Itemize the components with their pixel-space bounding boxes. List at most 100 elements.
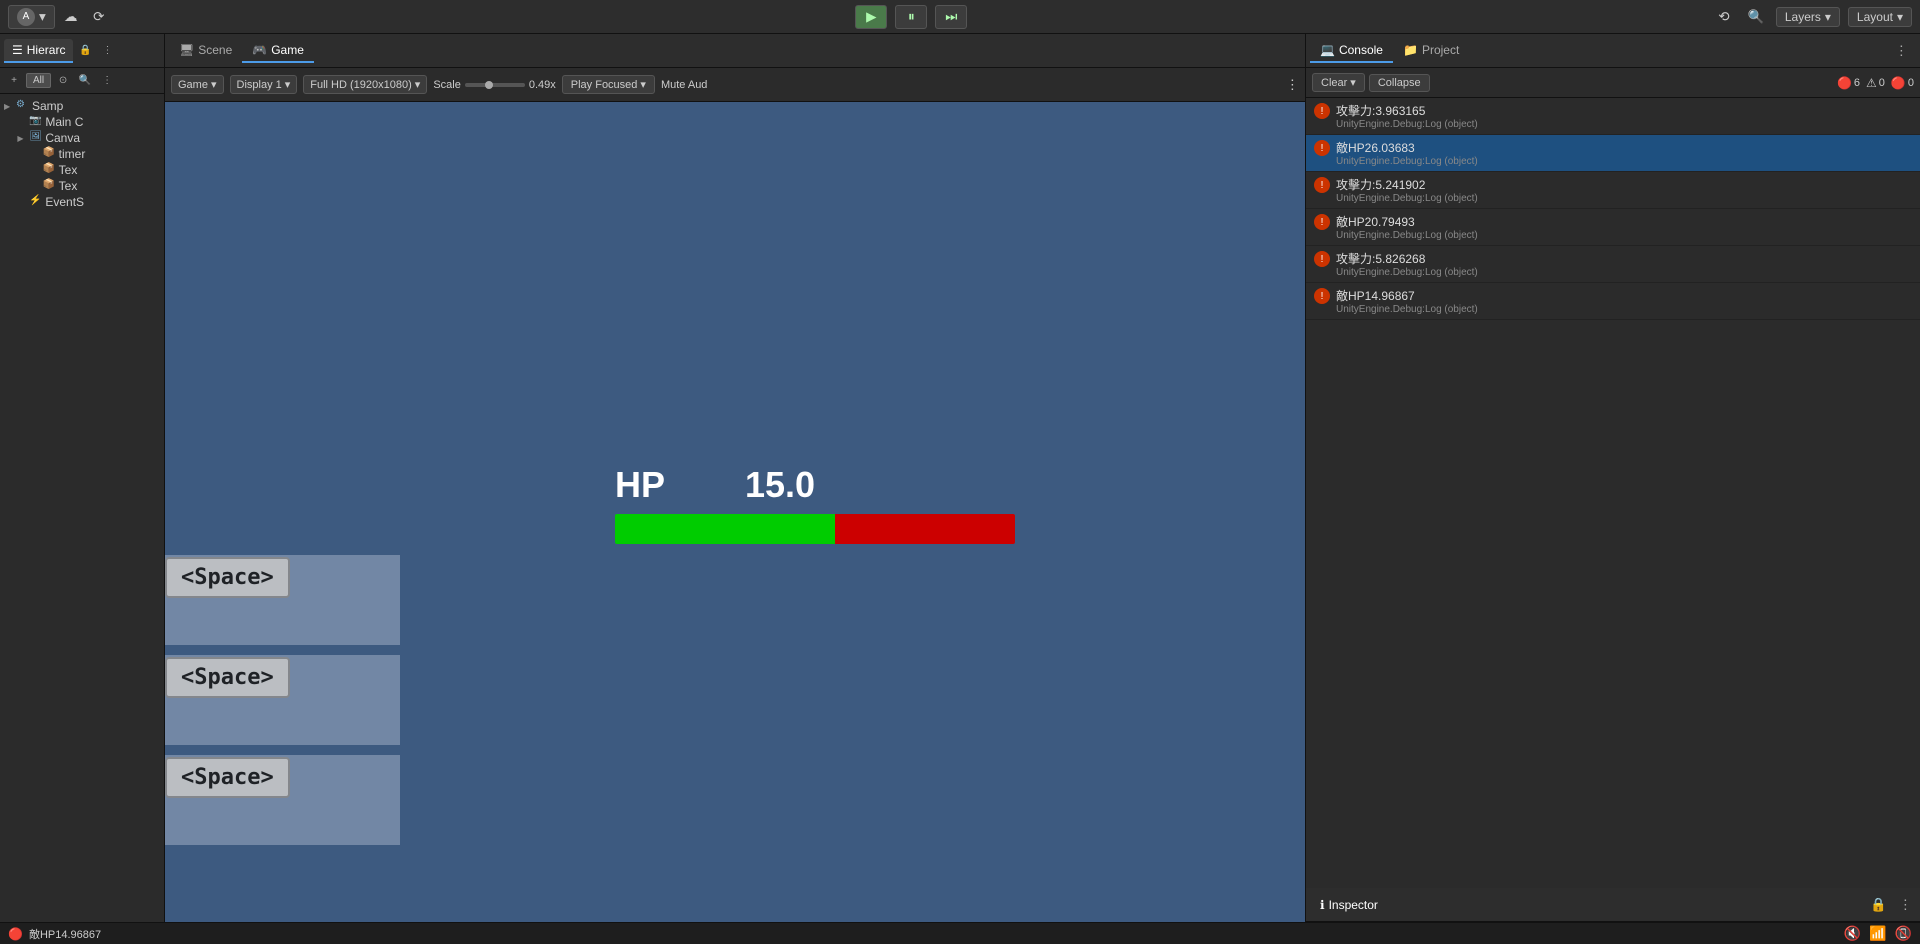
top-bar: A ▾ ☁ ⟳ ▶ ⏸ ⏭ ⟲ 🔍 Layers ▾ Layout ▾ <box>0 0 1920 34</box>
display-dropdown[interactable]: Display 1 ▾ <box>230 75 298 94</box>
console-item[interactable]: ! 敵HP26.03683 UnityEngine.Debug:Log (obj… <box>1306 135 1920 172</box>
console-item-icon: ! <box>1314 288 1330 304</box>
console-item-main: 敵HP14.96867 <box>1336 287 1478 304</box>
status-text: 敵HP14.96867 <box>29 926 101 942</box>
console-badges: 🔴 6 ⚠ 0 🔴 0 <box>1837 76 1914 90</box>
error-badge-icon: 🔴 <box>1837 76 1852 90</box>
console-item[interactable]: ! 攻擊力:5.826268 UnityEngine.Debug:Log (ob… <box>1306 246 1920 283</box>
space-key-1: <Space> <box>165 557 290 598</box>
scale-value: 0.49x <box>529 79 556 91</box>
project-tab[interactable]: 📁 Project <box>1393 39 1469 63</box>
pause-button[interactable]: ⏸ <box>895 5 927 29</box>
hierarchy-item[interactable]: 📦 Tex <box>0 178 164 194</box>
status-right: 🔇 📶 📵 <box>1844 925 1912 942</box>
account-avatar: A <box>17 8 35 26</box>
game-tab-icon: 🎮 <box>252 43 267 57</box>
console-tab[interactable]: 💻 Console <box>1310 39 1393 63</box>
game-viewport: HP 15.0 <Space> <Space> <Space> <box>165 102 1305 922</box>
undo-history-button[interactable]: ⟲ <box>1712 5 1736 29</box>
game-more-button[interactable]: ⋮ <box>1286 77 1299 93</box>
status-icon: 🔴 <box>8 927 23 941</box>
console-item[interactable]: ! 攻擊力:5.241902 UnityEngine.Debug:Log (ob… <box>1306 172 1920 209</box>
mute-status-button[interactable]: 🔇 <box>1844 925 1861 942</box>
layers-dropdown[interactable]: Layers ▾ <box>1776 7 1840 27</box>
info-badge-count: 0 <box>1908 77 1914 89</box>
hierarchy-tab[interactable]: ☰ Hierarc <box>4 39 73 63</box>
console-item-main: 攻擊力:3.963165 <box>1336 102 1478 119</box>
layout-dropdown[interactable]: Layout ▾ <box>1848 7 1912 27</box>
scale-control: Scale 0.49x <box>433 79 555 91</box>
search-button[interactable]: 🔍 <box>1744 5 1768 29</box>
hierarchy-toolbar: + All ⊙ 🔍 ⋮ <box>0 68 164 94</box>
console-toolbar: Clear ▾ Collapse 🔴 6 ⚠ 0 🔴 0 <box>1306 68 1920 98</box>
console-item-text: 攻擊力:3.963165 UnityEngine.Debug:Log (obje… <box>1336 102 1478 130</box>
all-filter-button[interactable]: All <box>26 73 51 88</box>
console-item-sub: UnityEngine.Debug:Log (object) <box>1336 193 1478 204</box>
scene-tab[interactable]: 🖥 Scene <box>169 39 242 63</box>
hierarchy-tab-label: Hierarc <box>27 43 66 57</box>
hierarchy-item[interactable]: ▶ 🖼 Canva <box>0 130 164 146</box>
account-button[interactable]: A ▾ <box>8 5 55 29</box>
scale-slider[interactable] <box>465 83 525 87</box>
console-item-text: 敵HP26.03683 UnityEngine.Debug:Log (objec… <box>1336 139 1478 167</box>
console-item-text: 敵HP20.79493 UnityEngine.Debug:Log (objec… <box>1336 213 1478 241</box>
warn-badge: ⚠ 0 <box>1866 76 1885 90</box>
console-tab-bar: 💻 Console 📁 Project ⋮ <box>1306 34 1920 68</box>
hierarchy-item[interactable]: ⚡ EventS <box>0 194 164 210</box>
cloud-button[interactable]: ☁ <box>59 5 83 29</box>
hierarchy-content: ▶ ⚙ Samp 📷 Main C ▶ 🖼 Canva 📦 timer 📦 Te… <box>0 94 164 922</box>
inspector-tab-icon: ℹ <box>1320 898 1325 912</box>
search-hierarchy-button[interactable]: 🔍 <box>75 71 95 91</box>
inspector-lock-button[interactable]: 🔒 <box>1862 897 1895 913</box>
scene-tab-label: Scene <box>198 43 232 57</box>
console-item[interactable]: ! 敵HP14.96867 UnityEngine.Debug:Log (obj… <box>1306 283 1920 320</box>
resolution-dropdown[interactable]: Full HD (1920x1080) ▾ <box>303 75 427 94</box>
inspector-tab[interactable]: ℹ Inspector <box>1310 894 1388 916</box>
scene-filter-button[interactable]: ⊙ <box>53 71 73 91</box>
console-item-icon: ! <box>1314 103 1330 119</box>
console-item-text: 攻擊力:5.826268 UnityEngine.Debug:Log (obje… <box>1336 250 1478 278</box>
console-more-button[interactable]: ⋮ <box>1887 43 1916 59</box>
scale-label: Scale <box>433 79 461 91</box>
console-item-sub: UnityEngine.Debug:Log (object) <box>1336 119 1478 130</box>
console-item-sub: UnityEngine.Debug:Log (object) <box>1336 156 1478 167</box>
collapse-button[interactable]: Collapse <box>1369 74 1430 92</box>
play-focused-button[interactable]: Play Focused ▾ <box>562 75 655 94</box>
hierarchy-lock-button[interactable]: 🔒 <box>75 41 95 61</box>
hierarchy-item[interactable]: ▶ ⚙ Samp <box>0 98 164 114</box>
history-button[interactable]: ⟳ <box>87 5 111 29</box>
play-controls: ▶ ⏸ ⏭ <box>855 5 967 29</box>
console-item-sub: UnityEngine.Debug:Log (object) <box>1336 230 1478 241</box>
console-item[interactable]: ! 攻擊力:3.963165 UnityEngine.Debug:Log (ob… <box>1306 98 1920 135</box>
warn-badge-icon: ⚠ <box>1866 76 1877 90</box>
console-item-icon: ! <box>1314 177 1330 193</box>
right-panel: 💻 Console 📁 Project ⋮ Clear ▾ Collapse 🔴… <box>1305 34 1920 922</box>
hierarchy-item[interactable]: 📦 Tex <box>0 162 164 178</box>
inspector-tab-bar: ℹ Inspector 🔒 ⋮ <box>1306 888 1920 922</box>
step-button[interactable]: ⏭ <box>935 5 967 29</box>
game-tab[interactable]: 🎮 Game <box>242 39 314 63</box>
game-dropdown[interactable]: Game ▾ <box>171 75 224 94</box>
network-status-button[interactable]: 📶 <box>1869 925 1886 942</box>
hierarchy-panel: ☰ Hierarc 🔒 ⋮ + All ⊙ 🔍 ⋮ ▶ ⚙ Samp 📷 Mai… <box>0 34 165 922</box>
clear-button[interactable]: Clear ▾ <box>1312 73 1365 92</box>
center-panel: 🖥 Scene 🎮 Game Game ▾ Display 1 ▾ Full H… <box>165 34 1305 922</box>
space-hint-3: <Space> <box>165 757 290 798</box>
console-item-sub: UnityEngine.Debug:Log (object) <box>1336 304 1478 315</box>
add-object-button[interactable]: + <box>4 71 24 91</box>
inspector-more-button[interactable]: ⋮ <box>1895 897 1916 913</box>
hierarchy-item[interactable]: 📷 Main C <box>0 114 164 130</box>
console-item[interactable]: ! 敵HP20.79493 UnityEngine.Debug:Log (obj… <box>1306 209 1920 246</box>
hierarchy-item[interactable]: 📦 timer <box>0 146 164 162</box>
error-badge: 🔴 6 <box>1837 76 1860 90</box>
play-button[interactable]: ▶ <box>855 5 887 29</box>
collab-status-button[interactable]: 📵 <box>1895 925 1912 942</box>
mute-audio-button[interactable]: Mute Aud <box>661 79 707 91</box>
console-tab-icon: 💻 <box>1320 43 1335 57</box>
hp-bar-red <box>835 514 1015 544</box>
hierarchy-more-button[interactable]: ⋮ <box>97 41 117 61</box>
hierarchy-tab-icon: ☰ <box>12 43 23 57</box>
console-item-icon: ! <box>1314 214 1330 230</box>
hierarchy-options-button[interactable]: ⋮ <box>97 71 117 91</box>
hierarchy-tab-bar: ☰ Hierarc 🔒 ⋮ <box>0 34 164 68</box>
